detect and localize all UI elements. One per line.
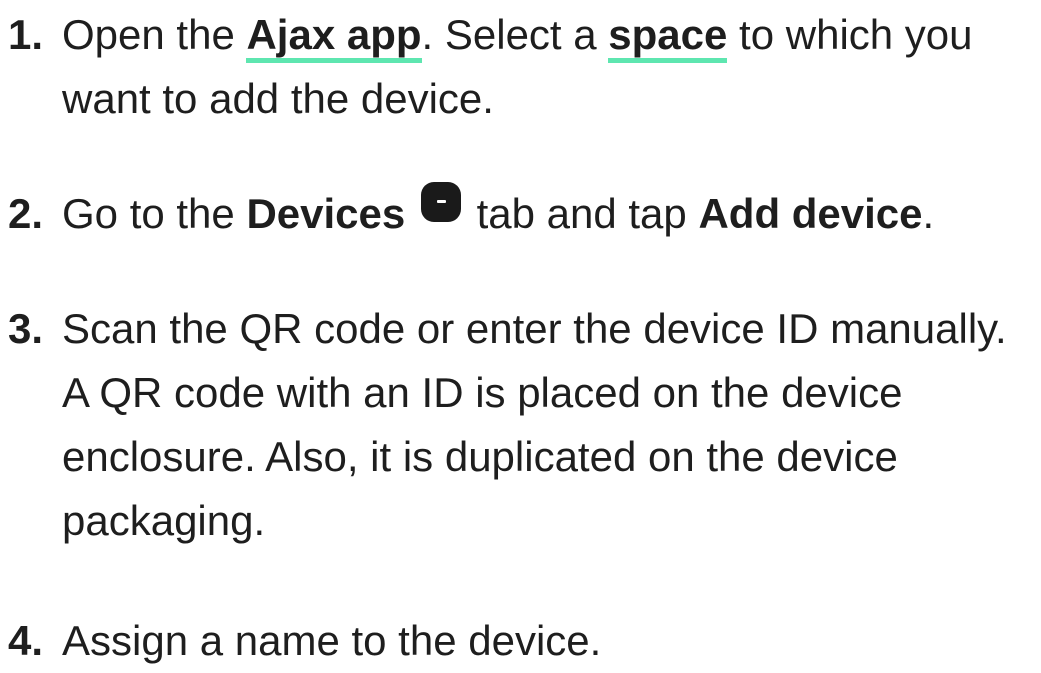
step-number: 3. bbox=[8, 305, 44, 352]
devices-tab-icon bbox=[420, 182, 461, 222]
dash-glyph bbox=[436, 200, 446, 203]
step-text: Open the Ajax app. Select a space to whi… bbox=[62, 11, 973, 122]
step-number: 4. bbox=[8, 617, 44, 664]
step-2: 2. Go to the Devices tab and tap Add dev… bbox=[0, 182, 1041, 246]
step-1: 1. Open the Ajax app. Select a space to … bbox=[0, 3, 1041, 131]
step-text: Assign a name to the device. bbox=[62, 617, 602, 664]
devices-label: Devices bbox=[246, 190, 406, 237]
step-3: 3. Scan the QR code or enter the device … bbox=[0, 297, 1041, 553]
step-number: 2. bbox=[8, 190, 44, 237]
step-text: Go to the Devices tab and tap Add device… bbox=[62, 182, 1037, 246]
step-4: 4. Assign a name to the device. bbox=[0, 609, 1041, 673]
step-text: Scan the QR code or enter the device ID … bbox=[62, 305, 1007, 544]
add-device-label: Add device bbox=[698, 190, 923, 237]
ajax-app-link[interactable]: Ajax app bbox=[246, 11, 422, 63]
step-number: 1. bbox=[8, 11, 44, 58]
space-link[interactable]: space bbox=[608, 11, 728, 63]
